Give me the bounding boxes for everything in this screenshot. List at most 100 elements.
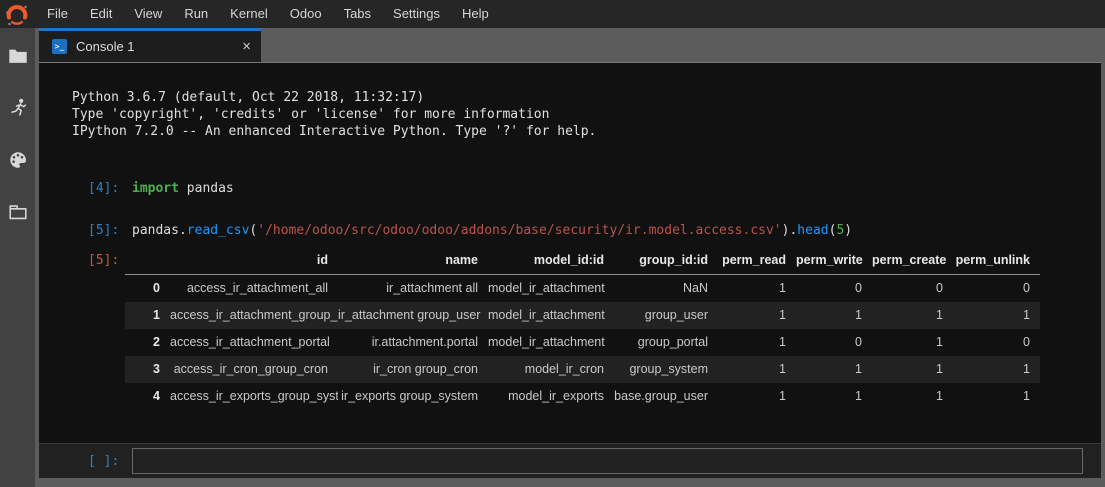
- table-cell: model_ir_attachment: [488, 329, 614, 356]
- table-row: 4access_ir_exports_group_systemir_export…: [125, 383, 1040, 410]
- menu-item-view[interactable]: View: [123, 0, 173, 28]
- folder-icon: [7, 45, 29, 67]
- table-cell: 1: [872, 383, 953, 410]
- table-cell: 0: [953, 329, 1040, 356]
- menu-item-run[interactable]: Run: [173, 0, 219, 28]
- row-index: 4: [125, 383, 170, 410]
- column-header: perm_unlink: [953, 247, 1040, 275]
- column-header: perm_create: [872, 247, 953, 275]
- sidebar-item-open-tabs[interactable]: [0, 186, 35, 238]
- menu-item-help[interactable]: Help: [451, 0, 500, 28]
- menu-item-settings[interactable]: Settings: [382, 0, 451, 28]
- tab-bar: >_ Console 1 ×: [39, 28, 1101, 62]
- table-cell: 1: [953, 383, 1040, 410]
- table-cell: model_ir_attachment: [488, 275, 614, 303]
- table-cell: 1: [796, 302, 872, 329]
- odoo-sh-logo-icon: [5, 3, 29, 27]
- code-input[interactable]: [132, 448, 1083, 474]
- table-cell: 1: [872, 356, 953, 383]
- ipython-banner: Python 3.6.7 (default, Oct 22 2018, 11:3…: [39, 89, 1101, 140]
- close-icon[interactable]: ×: [242, 39, 251, 54]
- table-cell: model_ir_attachment: [488, 302, 614, 329]
- table-cell: 0: [953, 275, 1040, 303]
- table-cell: access_ir_exports_group_system: [170, 383, 338, 410]
- column-header: perm_read: [718, 247, 796, 275]
- table-cell: 1: [718, 356, 796, 383]
- table-cell: access_ir_cron_group_cron: [170, 356, 338, 383]
- table-cell: 0: [796, 275, 872, 303]
- table-cell: group_portal: [614, 329, 718, 356]
- banner-line: Type 'copyright', 'credits' or 'license'…: [72, 106, 1101, 123]
- row-index: 0: [125, 275, 170, 303]
- menu-bar: FileEditViewRunKernelOdooTabsSettingsHel…: [0, 0, 1105, 28]
- table-cell: group_system: [614, 356, 718, 383]
- table-header-row: idnamemodel_id:idgroup_id:idperm_readper…: [125, 247, 1040, 275]
- code-cell: [5]:pandas.read_csv('/home/odoo/src/odoo…: [39, 222, 1101, 239]
- table-cell: 1: [718, 383, 796, 410]
- menu-item-odoo[interactable]: Odoo: [279, 0, 333, 28]
- table-cell: model_ir_exports: [488, 383, 614, 410]
- table-cell: ir_cron group_cron: [338, 356, 488, 383]
- table-cell: 1: [872, 302, 953, 329]
- console-history: Python 3.6.7 (default, Oct 22 2018, 11:3…: [39, 63, 1101, 443]
- table-cell: ir_attachment group_user: [338, 302, 488, 329]
- row-index: 1: [125, 302, 170, 329]
- menu-items: FileEditViewRunKernelOdooTabsSettingsHel…: [36, 0, 500, 28]
- table-cell: base.group_user: [614, 383, 718, 410]
- output-prompt: [5]:: [88, 247, 125, 410]
- table-row: 0access_ir_attachment_allir_attachment a…: [125, 275, 1040, 303]
- console-input-area: [ ]:: [39, 443, 1101, 478]
- row-index: 3: [125, 356, 170, 383]
- code-line: pandas.read_csv('/home/odoo/src/odoo/odo…: [132, 222, 852, 239]
- column-header: name: [338, 247, 488, 275]
- table-cell: 1: [872, 329, 953, 356]
- left-sidebar: [0, 28, 35, 487]
- table-cell: 1: [718, 329, 796, 356]
- column-header: group_id:id: [614, 247, 718, 275]
- column-header: [125, 247, 170, 275]
- table-cell: 1: [718, 275, 796, 303]
- sidebar-item-files[interactable]: [0, 30, 35, 82]
- code-line: import pandas: [132, 180, 234, 197]
- main-area: >_ Console 1 × Python 3.6.7 (default, Oc…: [35, 28, 1105, 487]
- table-cell: 1: [718, 302, 796, 329]
- menu-item-tabs[interactable]: Tabs: [333, 0, 382, 28]
- console-panel: Python 3.6.7 (default, Oct 22 2018, 11:3…: [39, 62, 1101, 478]
- output-cell-5: [5]: idnamemodel_id:idgroup_id:idperm_re…: [39, 247, 1101, 410]
- tabs-icon: [7, 201, 29, 223]
- table-cell: access_ir_attachment_group_user: [170, 302, 338, 329]
- column-header: model_id:id: [488, 247, 614, 275]
- palette-icon: [7, 149, 29, 171]
- table-cell: group_user: [614, 302, 718, 329]
- table-cell: 0: [796, 329, 872, 356]
- banner-line: Python 3.6.7 (default, Oct 22 2018, 11:3…: [72, 89, 1101, 106]
- menu-item-kernel[interactable]: Kernel: [219, 0, 279, 28]
- table-cell: 0: [872, 275, 953, 303]
- sidebar-item-running-sessions[interactable]: [0, 82, 35, 134]
- table-cell: ir_attachment all: [338, 275, 488, 303]
- input-prompt: [4]:: [88, 180, 132, 197]
- df-table: idnamemodel_id:idgroup_id:idperm_readper…: [125, 247, 1040, 410]
- row-index: 2: [125, 329, 170, 356]
- tab-label: Console 1: [76, 39, 135, 54]
- table-cell: model_ir_cron: [488, 356, 614, 383]
- table-cell: ir_exports group_system: [338, 383, 488, 410]
- table-row: 1access_ir_attachment_group_userir_attac…: [125, 302, 1040, 329]
- table-cell: 1: [953, 302, 1040, 329]
- table-cell: NaN: [614, 275, 718, 303]
- banner-line: IPython 7.2.0 -- An enhanced Interactive…: [72, 123, 1101, 140]
- menu-item-edit[interactable]: Edit: [79, 0, 123, 28]
- empty-input-prompt: [ ]:: [88, 454, 132, 469]
- column-header: id: [170, 247, 338, 275]
- tab-console-1[interactable]: >_ Console 1 ×: [39, 28, 261, 62]
- menu-item-file[interactable]: File: [36, 0, 79, 28]
- cells: [4]:import pandas [5]:pandas.read_csv('/h…: [39, 180, 1101, 239]
- column-header: perm_write: [796, 247, 872, 275]
- console-icon: >_: [52, 39, 67, 54]
- running-man-icon: [7, 97, 29, 119]
- table-cell: ir.attachment.portal: [338, 329, 488, 356]
- sidebar-item-commands[interactable]: [0, 134, 35, 186]
- table-row: 2access_ir_attachment_portalir.attachmen…: [125, 329, 1040, 356]
- table-cell: 1: [953, 356, 1040, 383]
- input-prompt: [5]:: [88, 222, 132, 239]
